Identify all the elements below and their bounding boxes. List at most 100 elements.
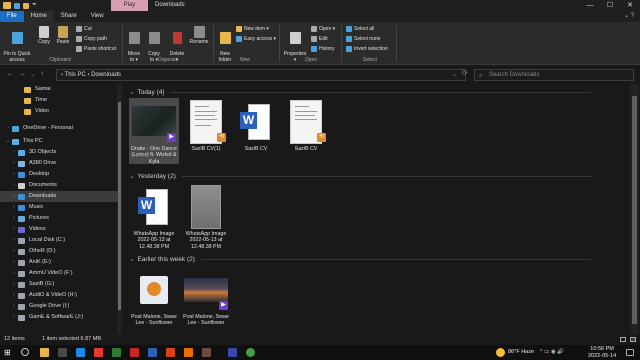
tray-icons[interactable]: ^ ▭ ◉ 🔊 [540,345,564,360]
chevron-right-icon[interactable]: › [4,123,12,134]
chevron-right-icon[interactable]: › [10,279,18,290]
taskbar-app-icon[interactable] [228,348,237,357]
chevron-right-icon[interactable]: › [10,246,18,257]
sidebar-item-anik-e[interactable]: › AniK (E:) [0,257,118,268]
breadcrumb[interactable]: › This PC › Downloads [61,72,121,78]
move-to-button[interactable]: Move to ▾ [126,26,142,63]
group-header-earlier-this-week[interactable]: ⌄ Earlier this week (2) [129,255,591,263]
sidebar-item-game-software-j[interactable]: › GamE & SoftwarE (J:) [0,312,118,323]
select-none-button[interactable]: Select none [346,35,380,43]
sidebar-item-audio-video-h[interactable]: › AudiO & VideO (H:) [0,290,118,301]
taskbar-app-icon[interactable] [184,348,193,357]
copy-button[interactable]: Copy [36,26,52,45]
sidebar-item-downloads[interactable]: › Downloads [0,191,118,202]
history-button[interactable]: History [311,45,335,53]
chevron-right-icon[interactable]: › [10,235,18,246]
search-input[interactable]: ⌕ Search Downloads [474,69,634,81]
rename-button[interactable]: Rename [188,26,210,45]
sidebar-item-documents[interactable]: › Documents [0,180,118,191]
back-arrow-icon[interactable]: ← [6,69,14,78]
new-folder-button[interactable]: New folder [216,26,234,63]
word-icon[interactable] [148,348,157,357]
chevron-right-icon[interactable]: › [10,180,18,191]
file-tile-sazib-cv[interactable]: ⟲ SaziB CV [281,98,331,158]
file-tile-sazib-cv1[interactable]: ⟲ SaziB CV(1) [181,98,231,158]
chevron-down-icon[interactable]: ⌄ [4,136,12,147]
new-folder-quick-icon[interactable] [23,2,29,9]
excel-icon[interactable] [112,348,121,357]
sidebar-item-time[interactable]: Time [0,95,118,106]
tab-file[interactable]: File [0,11,24,22]
open-button[interactable]: Open ▾ [311,25,335,33]
paste-shortcut-button[interactable]: Paste shortcut [76,45,116,53]
taskbar-app-icon[interactable] [58,348,67,357]
properties-quick-icon[interactable] [14,2,20,9]
chevron-right-icon[interactable]: › [10,268,18,279]
chevron-right-icon[interactable]: › [10,213,18,224]
group-header-today[interactable]: ⌄ Today (4) [129,88,591,96]
file-tile-whatsapp-word[interactable]: W WhatsApp Image 2022-05-13 at 12.48.38 … [129,183,179,251]
cut-button[interactable]: Cut [76,25,92,33]
ribbon-help-controls[interactable]: ⌄ ? [624,11,634,22]
weather-text[interactable]: 86°F Haze [508,345,534,360]
minimize-button[interactable]: — [580,0,600,11]
tab-home[interactable]: Home [23,11,54,22]
sidebar-item-music[interactable]: › Music [0,202,118,213]
invert-selection-button[interactable]: Invert selection [346,45,388,53]
chevron-right-icon[interactable]: › [10,202,18,213]
file-tile-post-malone-audio[interactable]: Post Malone, Swae Lee - Sunflower [129,266,179,332]
notifications-icon[interactable] [626,349,634,356]
address-dropdown-icon[interactable]: ⌄ [452,71,457,78]
chevron-right-icon[interactable]: › [10,312,18,323]
select-all-button[interactable]: Select all [346,25,374,33]
details-view-icon[interactable] [620,337,626,342]
sidebar-item-a380-drive[interactable]: › A380 Drive [0,158,118,169]
group-header-yesterday[interactable]: ⌄ Yesterday (2) [129,172,592,180]
up-arrow-icon[interactable]: ↑ [40,69,44,78]
new-item-button[interactable]: New item ▾ [236,25,269,33]
sidebar-item-local-disk-c[interactable]: › Local Disk (C:) [0,235,118,246]
refresh-icon[interactable]: ⟳ [462,69,468,77]
chevron-right-icon[interactable]: › [10,257,18,268]
sidebar-item-ammu-video-f[interactable]: › AmmU VideO (F:) [0,268,118,279]
chevron-right-icon[interactable]: › [10,301,18,312]
address-bar[interactable]: › This PC › Downloads [56,69,466,81]
pin-to-quick-access-button[interactable]: Pin to Quick access [2,26,32,63]
whatsapp-icon[interactable] [246,348,255,357]
recent-locations-icon[interactable]: ⌄ [30,71,35,78]
sidebar-item-this-pc[interactable]: ⌄ This PC [0,136,118,147]
chevron-right-icon[interactable]: › [10,169,18,180]
taskbar-app-icon[interactable] [202,348,211,357]
sidebar-item-videos[interactable]: › Videos [0,224,118,235]
close-button[interactable]: ✕ [620,0,640,11]
edit-button[interactable]: Edit [311,35,328,43]
sidebar-item-google-drive-i[interactable]: › Google Drive (I:) [0,301,118,312]
file-tile-post-malone-video[interactable]: ▶ Post Malone, Swae Lee - Sunflower [181,266,231,332]
play-context-tab[interactable]: Play [111,0,148,11]
copy-path-button[interactable]: Copy path [76,35,107,43]
sidebar-item-other-d[interactable]: › OtheR (D:) [0,246,118,257]
powerpoint-icon[interactable] [166,348,175,357]
sidebar-item-3d-objects[interactable]: › 3D Objects [0,147,118,158]
maximize-button[interactable]: ☐ [600,0,620,11]
chevron-down-icon[interactable]: ⏷ [32,2,37,9]
sidebar-item-sazib-g[interactable]: › SaziB (G:) [0,279,118,290]
large-icons-view-icon[interactable] [630,337,636,342]
sidebar-item-onedrive-personal[interactable]: › OneDrive - Personal [0,123,118,134]
sidebar-item-samai[interactable]: Samai [0,84,118,95]
taskbar-app-icon[interactable] [130,348,139,357]
content-scrollbar-thumb[interactable] [632,96,637,324]
clock[interactable]: 10:56 PM 2022-05-14 [588,346,616,360]
search-icon[interactable] [21,348,29,356]
paste-button[interactable]: Paste [55,26,71,45]
nav-scrollbar-thumb[interactable] [118,102,121,310]
tab-view[interactable]: View [84,11,111,22]
file-explorer-icon[interactable] [40,348,49,357]
sidebar-item-desktop[interactable]: › Desktop [0,169,118,180]
forward-arrow-icon[interactable]: → [18,69,26,78]
windows-start-icon[interactable]: ⊞ [4,348,13,357]
file-tile-sazib-cv-word[interactable]: W SaziB CV [231,98,281,158]
tab-share[interactable]: Share [54,11,84,22]
chevron-right-icon[interactable]: › [10,224,18,235]
file-tile-whatsapp-image[interactable]: WhatsApp Image 2022-05-13 at 12.48.38 PM [181,183,231,251]
